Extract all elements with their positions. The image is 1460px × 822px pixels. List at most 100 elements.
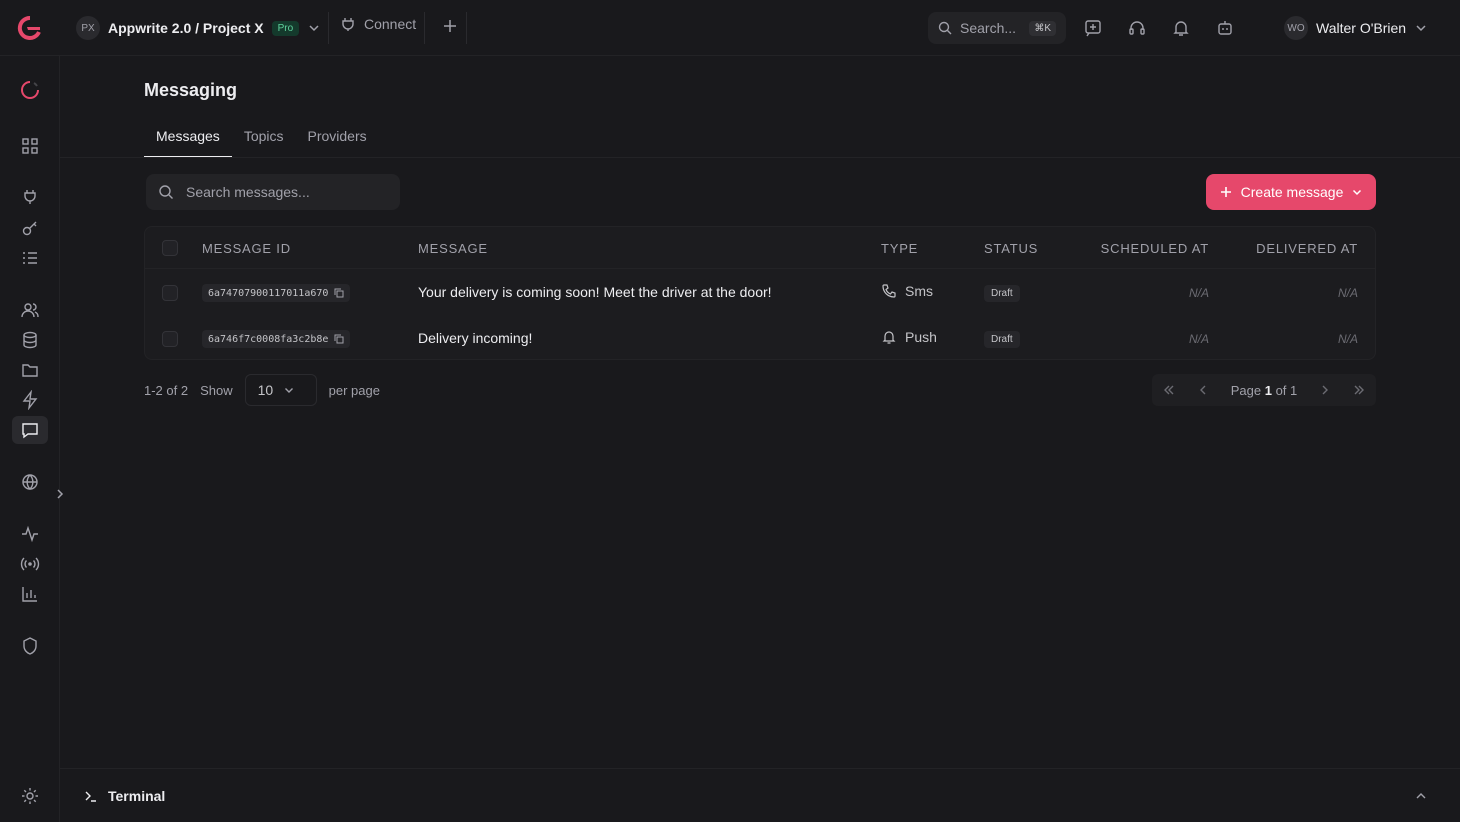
status-badge: Draft [984, 285, 1020, 302]
message-id: 6a74707900117011a670 [208, 287, 329, 299]
divider [424, 12, 425, 44]
column-header[interactable]: DELIVERED AT [1256, 241, 1358, 256]
list-checks-icon[interactable] [20, 248, 40, 268]
sidebar [0, 56, 64, 822]
chevron-down-icon [285, 388, 294, 393]
user-avatar: WO [1284, 16, 1308, 40]
tab-providers[interactable]: Providers [296, 120, 379, 158]
delivered-at: N/A [1337, 286, 1358, 300]
row-checkbox[interactable] [162, 331, 178, 347]
current-page: 1 [1264, 382, 1272, 398]
divider [466, 12, 467, 44]
global-search[interactable]: Search... ⌘K [928, 12, 1066, 44]
connect-button[interactable]: Connect [340, 16, 416, 32]
column-header[interactable]: STATUS [984, 241, 1038, 256]
message-type: Sms [881, 283, 933, 299]
chevron-right-icon[interactable] [1318, 383, 1332, 397]
messaging-icon[interactable] [20, 420, 40, 440]
show-label: Show [200, 382, 233, 398]
realtime-broadcast-icon[interactable] [20, 554, 40, 574]
globe-icon[interactable] [20, 472, 40, 492]
chevron-down-icon [309, 25, 319, 32]
chevron-up-icon[interactable] [1414, 789, 1428, 803]
gear-icon[interactable] [20, 786, 40, 806]
scheduled-at: N/A [1188, 332, 1209, 346]
divider [328, 12, 329, 44]
scheduled-at: N/A [1188, 286, 1209, 300]
per-page-select[interactable]: 10 [244, 374, 317, 406]
assistant-bot-icon[interactable] [1215, 18, 1235, 38]
copy-icon[interactable] [334, 288, 344, 298]
create-message-button[interactable]: Create message [1206, 174, 1376, 210]
column-header[interactable]: TYPE [881, 241, 918, 256]
folder-icon[interactable] [20, 360, 40, 380]
dashboard-grid-icon[interactable] [20, 136, 40, 156]
chevrons-right-icon[interactable] [1352, 383, 1366, 397]
users-icon[interactable] [20, 300, 40, 320]
results-range: 1-2 of 2 [144, 382, 189, 398]
database-icon[interactable] [20, 330, 40, 350]
project-overview-icon[interactable] [20, 80, 40, 100]
row-checkbox[interactable] [162, 285, 178, 301]
per-page-value: 10 [257, 382, 274, 398]
chevron-down-icon [1353, 189, 1362, 196]
select-all-checkbox[interactable] [162, 240, 178, 256]
copy-icon[interactable] [334, 334, 344, 344]
message-text: Delivery incoming! [418, 330, 533, 346]
chevron-left-icon[interactable] [1196, 383, 1210, 397]
bell-icon[interactable] [1171, 18, 1191, 38]
project-name: Appwrite 2.0 / Project X [108, 20, 264, 36]
plug-icon [342, 18, 354, 31]
column-header[interactable]: MESSAGE [418, 241, 488, 256]
search-messages-placeholder: Search messages... [186, 184, 310, 200]
search-shortcut: ⌘K [1029, 20, 1056, 36]
plus-icon [1220, 187, 1231, 197]
per-page-label: per page [328, 382, 380, 398]
pagination: Page 1 of 1 [1152, 374, 1376, 406]
message-type-label: Push [905, 329, 937, 345]
shield-icon[interactable] [20, 636, 40, 656]
column-header[interactable]: SCHEDULED AT [1101, 241, 1209, 256]
column-header[interactable]: MESSAGE ID [202, 241, 291, 256]
bar-chart-icon[interactable] [20, 584, 40, 604]
chevrons-left-icon[interactable] [1162, 383, 1176, 397]
feedback-icon[interactable] [1083, 18, 1103, 38]
search-messages-input[interactable]: Search messages... [146, 174, 400, 210]
table-row[interactable]: 6a746f7c0008fa3c2b8e Delivery incoming! … [145, 316, 1375, 362]
message-text: Your delivery is coming soon! Meet the d… [418, 284, 772, 300]
page-indicator: Page 1 of 1 [1231, 383, 1298, 398]
chevron-right-icon[interactable] [52, 484, 68, 504]
terminal-bar[interactable]: Terminal [60, 768, 1460, 822]
plan-badge: Pro [271, 20, 300, 36]
page-label: Page [1230, 382, 1262, 398]
delivered-at: N/A [1337, 332, 1358, 346]
user-menu[interactable]: WO Walter O'Brien [1284, 16, 1428, 40]
project-avatar: PX [76, 16, 100, 40]
page-total: of 1 [1275, 382, 1298, 398]
activity-icon[interactable] [20, 524, 40, 544]
connect-label: Connect [364, 16, 417, 32]
message-id-chip[interactable]: 6a74707900117011a670 [202, 284, 351, 302]
tab-messages[interactable]: Messages [144, 120, 232, 158]
message-id: 6a746f7c0008fa3c2b8e [208, 333, 329, 345]
create-message-label: Create message [1240, 184, 1344, 200]
tab-topics[interactable]: Topics [232, 120, 296, 158]
appwrite-logo-icon[interactable] [16, 14, 44, 42]
message-id-chip[interactable]: 6a746f7c0008fa3c2b8e [202, 330, 351, 348]
tab-divider [60, 157, 1460, 158]
key-icon[interactable] [20, 218, 40, 238]
table-header: MESSAGE ID MESSAGE TYPE STATUS SCHEDULED… [145, 227, 1375, 269]
support-headset-icon[interactable] [1127, 18, 1147, 38]
bell-icon [882, 331, 896, 344]
plug-icon[interactable] [20, 187, 40, 207]
search-icon [159, 185, 173, 199]
add-button[interactable] [440, 16, 460, 36]
message-type: Push [881, 329, 937, 345]
table-row[interactable]: 6a74707900117011a670 Your delivery is co… [145, 270, 1375, 316]
chevron-down-icon [1416, 25, 1426, 32]
plus-icon [444, 20, 456, 32]
lightning-icon[interactable] [20, 390, 40, 410]
project-selector[interactable]: PX Appwrite 2.0 / Project X Pro [76, 15, 321, 41]
user-name: Walter O'Brien [1316, 20, 1407, 36]
message-type-label: Sms [905, 283, 933, 299]
